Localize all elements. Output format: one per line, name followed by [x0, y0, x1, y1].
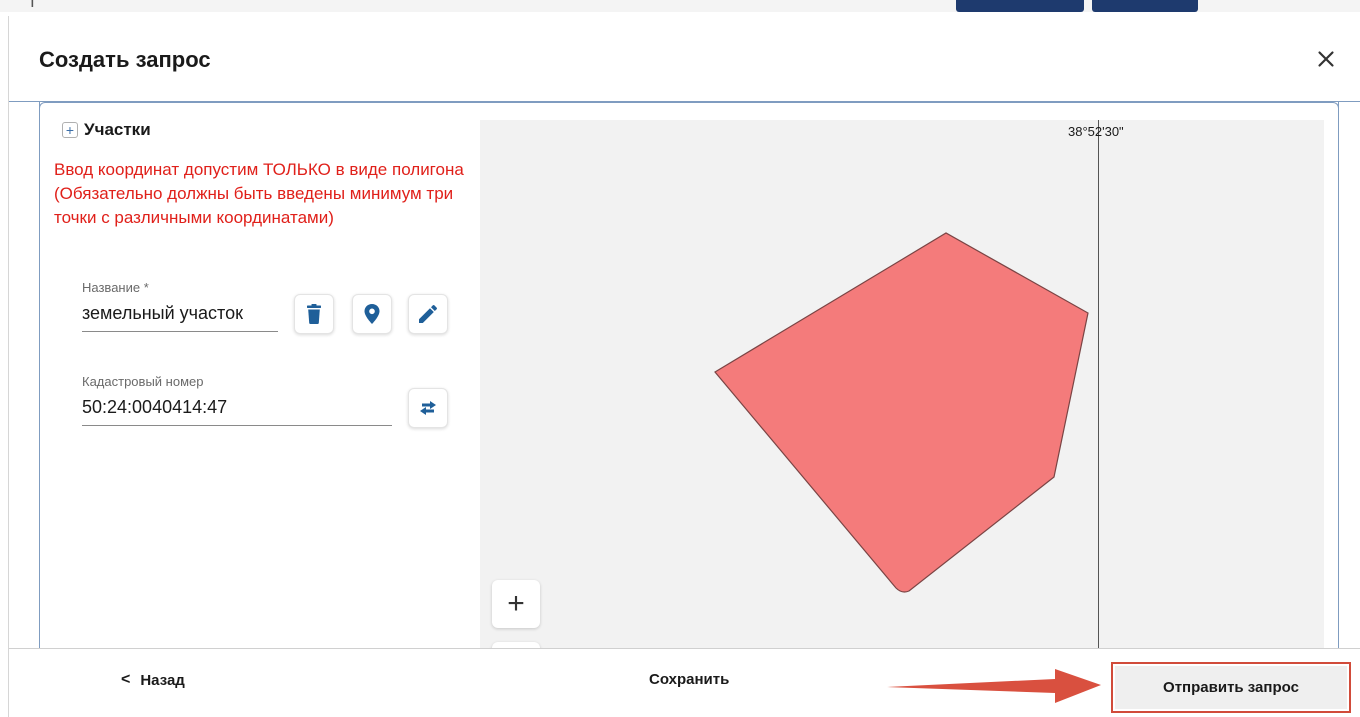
cadastral-field-value[interactable]: 50:24:0040414:47	[82, 397, 392, 418]
pencil-icon	[419, 305, 437, 323]
background-button	[1092, 0, 1198, 12]
cadastral-field-underline	[82, 425, 392, 426]
close-icon	[1318, 51, 1334, 67]
send-request-label: Отправить запрос	[1115, 666, 1347, 709]
trash-icon	[307, 304, 321, 324]
swap-button[interactable]	[408, 388, 448, 428]
background-fragment: Ⅰ	[30, 0, 35, 11]
name-field[interactable]: Название * земельный участок	[82, 280, 278, 332]
dialog-title: Создать запрос	[39, 47, 211, 72]
section-title: Участки	[84, 120, 151, 139]
edit-button[interactable]	[408, 294, 448, 334]
coordinate-label: 38°52'30"	[1068, 124, 1124, 139]
back-button-label: Назад	[140, 671, 185, 689]
close-button[interactable]	[1313, 46, 1339, 72]
pointer-arrow	[887, 669, 1101, 703]
dialog-header: Создать запрос	[9, 16, 1360, 102]
plus-icon: +	[507, 587, 525, 620]
parcel-polygon	[714, 232, 1089, 593]
plots-panel: + Участки Ввод координат допустим ТОЛЬКО…	[39, 102, 1339, 648]
section-header: + Участки	[62, 120, 151, 140]
map-view[interactable]: 38°52'30" +	[480, 120, 1324, 648]
coordinates-warning: Ввод координат допустим ТОЛЬКО в виде по…	[54, 160, 464, 227]
delete-button[interactable]	[294, 294, 334, 334]
dialog-footer: < Назад Сохранить Отправить запрос	[9, 648, 1360, 717]
chevron-left-icon: <	[121, 671, 131, 688]
locate-on-map-button[interactable]	[352, 294, 392, 334]
expand-section-button[interactable]: +	[62, 122, 78, 138]
name-field-value[interactable]: земельный участок	[82, 303, 278, 324]
background-button	[956, 0, 1084, 12]
cadastral-number-field[interactable]: Кадастровый номер 50:24:0040414:47	[82, 374, 392, 426]
save-button[interactable]: Сохранить	[649, 671, 729, 688]
send-request-button[interactable]: Отправить запрос	[1111, 662, 1351, 713]
meridian-line	[1098, 120, 1099, 648]
background-page-strip: Ⅰ	[0, 0, 1360, 12]
plus-icon: +	[65, 122, 75, 138]
create-request-dialog: Создать запрос + Участки Ввод координат …	[8, 16, 1360, 717]
map-pin-icon	[364, 304, 380, 324]
zoom-in-button[interactable]: +	[492, 580, 540, 628]
swap-arrows-icon	[420, 401, 436, 415]
cadastral-field-label: Кадастровый номер	[82, 374, 204, 389]
name-field-underline	[82, 331, 278, 332]
name-field-label: Название *	[82, 280, 149, 295]
parcel-polygon-layer	[714, 232, 1089, 593]
back-button[interactable]: < Назад	[121, 671, 185, 689]
